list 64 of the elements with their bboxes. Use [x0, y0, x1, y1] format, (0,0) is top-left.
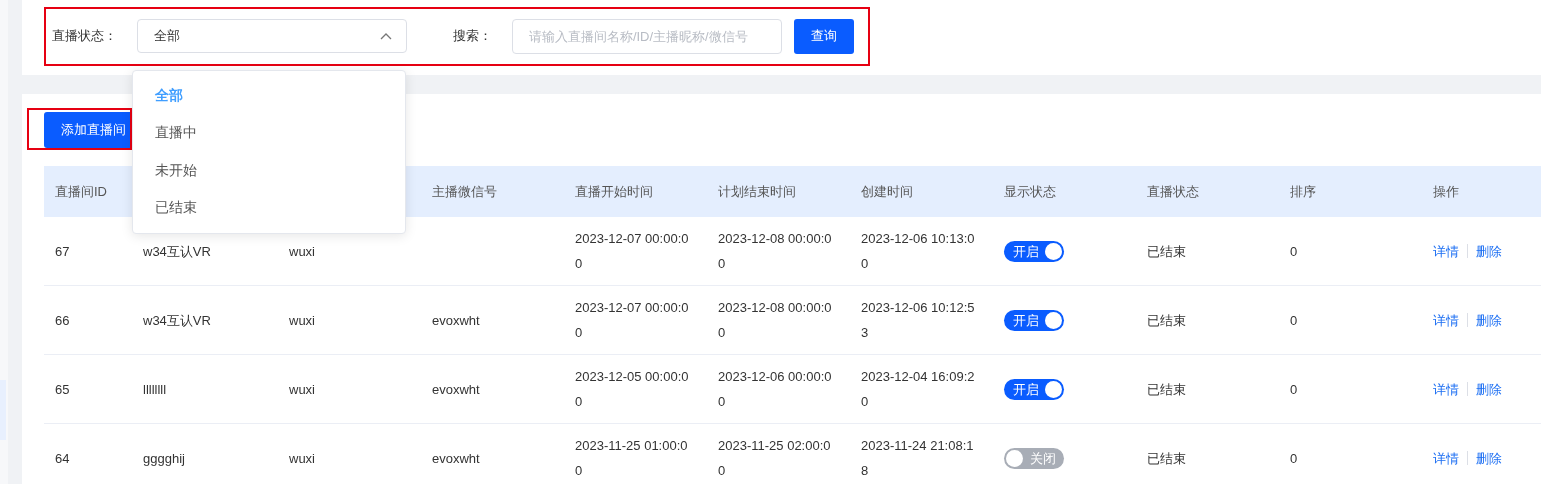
field-label: 直播状态： — [52, 27, 117, 45]
table-cell-text: 2023-12-06 00:00:00 — [718, 368, 833, 411]
table-cell-text: 67 — [55, 242, 70, 261]
details-link[interactable]: 详情 — [1433, 307, 1459, 333]
table-cell-text: wuxi — [289, 380, 315, 399]
table-cell-text: 2023-12-06 10:13:00 — [861, 230, 976, 273]
table-cell-text: wuxi — [289, 449, 315, 468]
toggle-switch[interactable]: 开启 — [1004, 309, 1064, 331]
table-cell-text: 2023-12-07 00:00:00 — [575, 299, 690, 342]
table-cell-text: 2023-12-06 10:12:53 — [861, 299, 976, 342]
table-cell-text: 2023-12-05 00:00:00 — [575, 368, 690, 411]
table-cell-text: 已结束 — [1147, 311, 1186, 330]
dropdown-option[interactable]: 未开始 — [133, 152, 405, 190]
table-cell-text: 2023-12-08 00:00:00 — [718, 299, 833, 342]
delete-link[interactable]: 删除 — [1476, 445, 1502, 471]
table-cell-text: 已结束 — [1147, 449, 1186, 468]
column-header: 直播间ID — [55, 182, 107, 201]
table-cell-text: 64 — [55, 449, 70, 468]
toggle-switch[interactable]: 开启 — [1004, 240, 1064, 262]
table-cell-text: 65 — [55, 380, 70, 399]
field-label: 搜索： — [452, 27, 492, 45]
table-cell-text: wuxi — [289, 242, 315, 261]
column-header: 主播微信号 — [432, 182, 497, 201]
table-cell-text: w34互认VR — [143, 311, 211, 330]
details-link[interactable]: 详情 — [1433, 376, 1459, 402]
column-header: 直播状态 — [1147, 182, 1199, 201]
delete-link[interactable]: 删除 — [1476, 307, 1502, 333]
table-cell-text: 2023-12-04 16:09:20 — [861, 368, 976, 411]
toggle-switch[interactable]: 开启 — [1004, 378, 1064, 400]
table-cell-text: gggghij — [143, 449, 185, 468]
table-cell-text: llllllll — [143, 380, 167, 399]
dropdown-option[interactable]: 已结束 — [133, 189, 405, 227]
column-header: 计划结束时间 — [718, 182, 796, 201]
table-cell-text: 2023-12-08 00:00:00 — [718, 230, 833, 273]
table-cell-text: evoxwht — [432, 380, 480, 399]
table-cell-text: 2023-11-25 02:00:00 — [718, 437, 832, 480]
table-cell-text: 2023-12-07 00:00:00 — [575, 230, 690, 273]
column-header: 操作 — [1433, 182, 1459, 201]
details-link[interactable]: 详情 — [1433, 238, 1459, 264]
status-select[interactable]: 全部 — [137, 19, 407, 53]
dropdown-option[interactable]: 全部 — [133, 77, 405, 115]
query-button[interactable]: 查询 — [793, 18, 854, 54]
column-header: 排序 — [1290, 182, 1316, 201]
table-cell-text: 0 — [1290, 311, 1298, 330]
delete-link[interactable]: 删除 — [1476, 238, 1502, 264]
table-cell-text: 已结束 — [1147, 380, 1186, 399]
table-cell-text: w34互认VR — [143, 242, 211, 261]
table-cell-text: wuxi — [289, 311, 315, 330]
caret-icon — [379, 31, 392, 41]
table-cell-text: 2023-11-24 21:08:18 — [861, 437, 975, 480]
table-cell-text: 2023-11-25 01:00:00 — [575, 437, 689, 480]
column-header: 显示状态 — [1004, 182, 1056, 201]
table-cell-text: evoxwht — [432, 311, 480, 330]
column-header: 直播开始时间 — [575, 182, 653, 201]
details-link[interactable]: 详情 — [1433, 445, 1459, 471]
table-cell-text: 0 — [1290, 242, 1298, 261]
table-cell-text: 66 — [55, 311, 70, 330]
table-cell-text: evoxwht — [432, 449, 480, 468]
search-field[interactable]: 请输入直播间名称/ID/主播昵称/微信号 — [511, 18, 782, 54]
table-cell-text: 0 — [1290, 380, 1298, 399]
delete-link[interactable]: 删除 — [1476, 376, 1502, 402]
column-header: 创建时间 — [861, 182, 913, 201]
table-cell-text: 0 — [1290, 449, 1298, 468]
table-cell-text: 已结束 — [1147, 242, 1186, 261]
